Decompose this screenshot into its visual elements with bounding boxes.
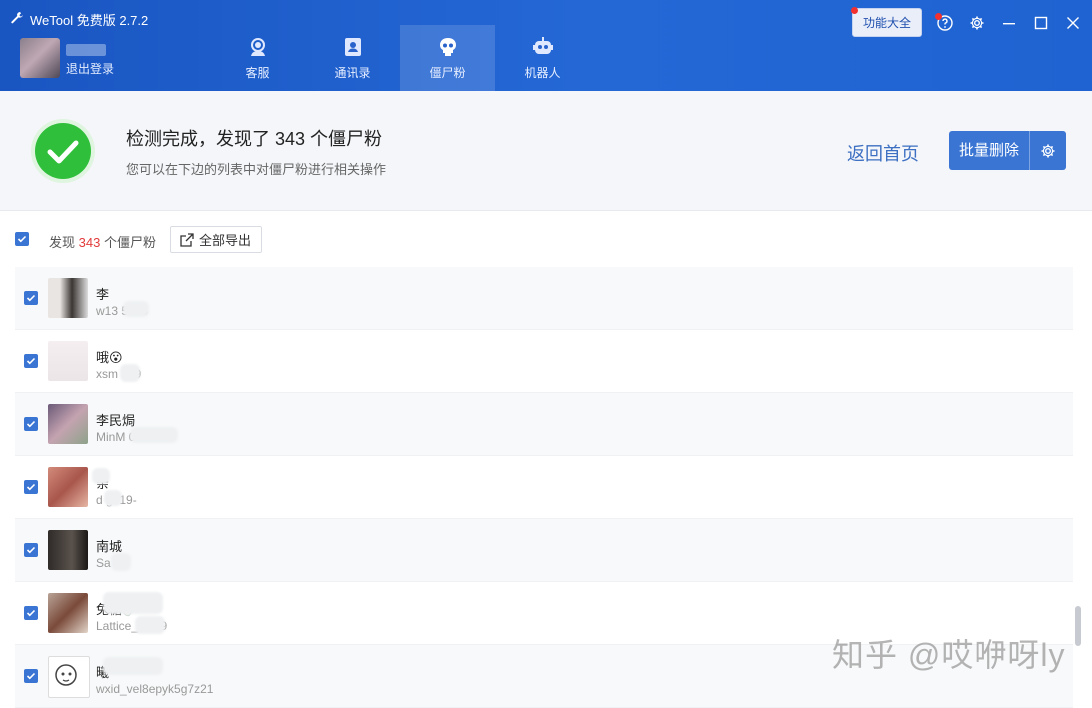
list-item[interactable]: 亲 d g819-: [15, 456, 1073, 519]
row-checkbox[interactable]: [24, 669, 38, 683]
list-item[interactable]: 李民焗 MinM 07461: [15, 393, 1073, 456]
row-checkbox[interactable]: [24, 417, 38, 431]
window-controls: 功能大全: [850, 7, 1082, 37]
list-toolbar: 发现 343 个僵尸粉 全部导出: [0, 226, 1092, 256]
tab-zombie-fans[interactable]: 僵尸粉: [400, 25, 495, 91]
avatar: [48, 656, 90, 698]
avatar: [48, 404, 88, 444]
redaction-mask: [111, 553, 131, 571]
wechat-id: wxid_vel8epyk5g7z21: [96, 682, 214, 696]
minimize-icon[interactable]: [1000, 14, 1018, 32]
row-checkbox[interactable]: [24, 543, 38, 557]
redaction-mask: [120, 364, 140, 382]
back-home-link[interactable]: 返回首页: [847, 140, 919, 166]
list-item[interactable]: 哦😮 xsm 509: [15, 330, 1073, 393]
list-scrollbar[interactable]: [1075, 606, 1081, 646]
result-subtitle: 您可以在下边的列表中对僵尸粉进行相关操作: [126, 162, 387, 177]
nickname: 李民焗: [96, 413, 136, 428]
tab-label: 客服: [245, 65, 270, 80]
maximize-icon[interactable]: [1032, 14, 1050, 32]
feature-all-label: 功能大全: [862, 16, 911, 30]
nickname: 李: [96, 287, 110, 302]
result-title: 检测完成，发现了 343 个僵尸粉: [126, 129, 383, 149]
avatar: [48, 593, 88, 633]
tab-label: 僵尸粉: [429, 65, 466, 80]
redaction-mask: [104, 490, 122, 506]
found-count: 343: [78, 235, 101, 250]
contacts-icon: [342, 36, 364, 58]
robot-icon: [532, 36, 554, 58]
watermark: 知乎 @哎咿呀ly: [832, 637, 1066, 673]
user-name-redacted: [66, 44, 106, 56]
row-checkbox[interactable]: [24, 606, 38, 620]
redaction-mask: [92, 468, 110, 484]
notification-dot: [935, 12, 942, 20]
list-item[interactable]: 南城 Sa 4: [15, 519, 1073, 582]
customer-service-icon: [247, 36, 269, 58]
avatar: [48, 278, 88, 318]
row-checkbox[interactable]: [24, 354, 38, 368]
batch-delete-button-group: 批量删除: [949, 131, 1067, 170]
nickname: 哦😮: [96, 350, 123, 365]
avatar: [48, 341, 88, 381]
row-checkbox[interactable]: [24, 291, 38, 305]
main-nav: 客服 通讯录 僵尸粉 机器人: [210, 25, 590, 91]
batch-delete-button[interactable]: 批量删除: [949, 131, 1031, 170]
result-panel: 检测完成，发现了 343 个僵尸粉 您可以在下边的列表中对僵尸粉进行相关操作 返…: [0, 91, 1092, 211]
redaction-mask: [103, 592, 163, 614]
app-title-text: WeTool 免费版 2.7.2: [30, 13, 149, 28]
feature-all-button[interactable]: 功能大全: [850, 7, 922, 37]
skull-icon: [437, 36, 459, 58]
logout-link[interactable]: 退出登录: [66, 60, 114, 77]
tab-label: 通讯录: [334, 65, 371, 80]
tab-robot[interactable]: 机器人: [495, 25, 590, 91]
title-bar: WeTool 免费版 2.7.2 退出登录 客服 通讯录 僵尸粉 机器人 功能大…: [0, 0, 1092, 91]
found-summary: 发现 343 个僵尸粉: [49, 232, 156, 251]
redaction-mask: [130, 427, 178, 443]
close-icon[interactable]: [1064, 14, 1082, 32]
export-all-label: 全部导出: [199, 233, 252, 248]
tab-customer-service[interactable]: 客服: [210, 25, 305, 91]
wrench-icon: [10, 11, 24, 28]
redaction-mask: [123, 301, 149, 317]
redaction-mask: [103, 657, 163, 675]
tab-label: 机器人: [524, 65, 561, 80]
redaction-mask: [135, 616, 165, 634]
notification-dot: [850, 7, 858, 14]
found-suffix: 个僵尸粉: [103, 235, 156, 250]
found-prefix: 发现: [49, 235, 76, 250]
avatar: [48, 467, 88, 507]
export-icon: [180, 232, 194, 247]
help-icon[interactable]: [935, 12, 954, 32]
avatar: [48, 530, 88, 570]
select-all-checkbox[interactable]: [15, 232, 29, 246]
tab-contacts[interactable]: 通讯录: [305, 25, 400, 91]
user-avatar[interactable]: [20, 38, 60, 78]
settings-gear-icon[interactable]: [968, 14, 986, 32]
batch-settings-gear-icon[interactable]: [1030, 131, 1066, 170]
list-item[interactable]: 李 w13 5545: [15, 267, 1073, 330]
app-title: WeTool 免费版 2.7.2: [10, 10, 148, 29]
row-checkbox[interactable]: [24, 480, 38, 494]
export-all-button[interactable]: 全部导出: [170, 226, 263, 253]
success-check-icon: [30, 118, 96, 184]
